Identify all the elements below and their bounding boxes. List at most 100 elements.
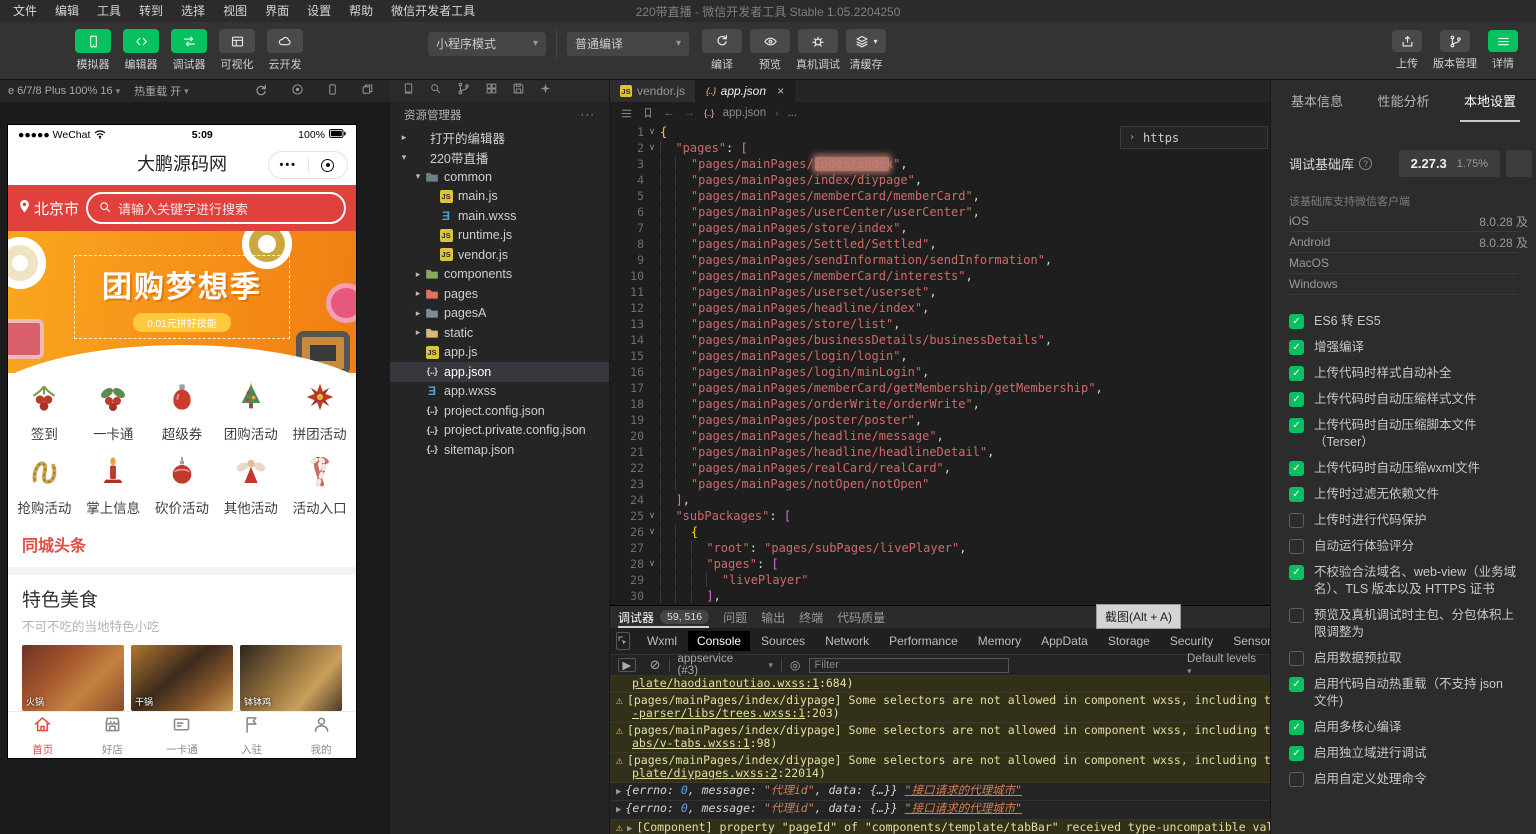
tree-item-vendor.js[interactable]: JSvendor.js xyxy=(390,245,609,265)
run-icon[interactable]: ▶ xyxy=(618,658,636,672)
context-select[interactable]: appservice (#3)▾ xyxy=(678,653,774,677)
promo-banner[interactable]: 团购梦想季 0.01元拼好技能 xyxy=(8,231,356,373)
checkbox-checked[interactable]: ✓ xyxy=(1289,677,1304,692)
devtools-tab-Storage[interactable]: Storage xyxy=(1099,631,1159,651)
capsule-button[interactable]: ••• xyxy=(268,151,348,179)
toolbar-action-预览[interactable]: 预览 xyxy=(747,29,793,72)
library-version-select[interactable]: 2.27.3 1.75% xyxy=(1399,150,1500,177)
city-headline-link[interactable]: 同城头条 xyxy=(8,521,356,567)
checkbox-checked[interactable]: ✓ xyxy=(1289,746,1304,761)
console-message[interactable]: ⚠▶[Component] property "pageId" of "comp… xyxy=(610,820,1270,834)
hot-reload-toggle[interactable]: 热重载 开 xyxy=(134,83,181,99)
mode-select[interactable]: 小程序模式▾ xyxy=(428,32,546,56)
save-icon[interactable] xyxy=(512,82,525,100)
details-tab-性能分析[interactable]: 性能分析 xyxy=(1377,91,1429,114)
breadcrumb-file[interactable]: app.json xyxy=(723,107,766,119)
setting-option[interactable]: ✓增强编译 xyxy=(1289,339,1518,356)
more-actions-icon[interactable]: ··· xyxy=(581,109,596,121)
toolbar-right-版本管理[interactable]: 版本管理 xyxy=(1432,30,1478,71)
details-tab-基本信息[interactable]: 基本信息 xyxy=(1291,91,1343,114)
setting-option[interactable]: ✓上传代码时样式自动补全 xyxy=(1289,365,1518,382)
grid-item-抢购活动[interactable]: 抢购活动 xyxy=(10,455,79,517)
expand-icon[interactable]: › xyxy=(1129,132,1135,143)
devtools-tab-Console[interactable]: Console xyxy=(688,631,750,651)
setting-option[interactable]: ✓上传代码时自动压缩wxml文件 xyxy=(1289,460,1518,477)
clear-console-icon[interactable]: ⊘ xyxy=(650,657,661,673)
tab-我的[interactable]: 我的 xyxy=(286,712,356,758)
checkbox-checked[interactable]: ✓ xyxy=(1289,366,1304,381)
nav-back-icon[interactable]: ← xyxy=(663,107,675,119)
console-messages[interactable]: plate/haodiantoutiao.wxss:1:684) ⚠[pages/… xyxy=(610,676,1270,834)
fold-icon[interactable]: ∨ xyxy=(644,127,660,137)
checkbox-unchecked[interactable] xyxy=(1289,651,1304,666)
setting-option[interactable]: ✓启用独立域进行调试 xyxy=(1289,745,1518,762)
food-image-钵钵鸡[interactable]: 钵钵鸡 xyxy=(240,645,342,711)
devtools-tab-Performance[interactable]: Performance xyxy=(880,631,967,651)
tree-item-runtime.js[interactable]: JSruntime.js xyxy=(390,226,609,246)
checkbox-unchecked[interactable] xyxy=(1289,608,1304,623)
search-input[interactable]: 请输入关键字进行搜索 xyxy=(86,192,346,224)
fold-icon[interactable]: ∨ xyxy=(644,143,660,153)
fold-icon[interactable]: ∨ xyxy=(644,559,660,569)
checkbox-checked[interactable]: ✓ xyxy=(1289,392,1304,407)
setting-option[interactable]: ✓启用代码自动热重载（不支持 json 文件) xyxy=(1289,676,1518,710)
sparkle-icon[interactable] xyxy=(539,82,552,100)
grid-item-砍价活动[interactable]: 砍价活动 xyxy=(148,455,217,517)
tree-item-打开的编辑器[interactable]: ▸打开的编辑器 xyxy=(390,128,609,148)
docs-icon[interactable] xyxy=(402,82,415,100)
tree-item-components[interactable]: ▸components xyxy=(390,265,609,285)
compile-select[interactable]: 普通编译▾ xyxy=(567,32,689,56)
grid-item-掌上信息[interactable]: 掌上信息 xyxy=(79,455,148,517)
grid-icon[interactable] xyxy=(485,82,498,100)
bookmark-icon[interactable] xyxy=(642,107,654,119)
checkbox-checked[interactable]: ✓ xyxy=(1289,487,1304,502)
console-message[interactable]: ⚠[pages/mainPages/index/diypage] Some se… xyxy=(610,753,1270,783)
branch-icon[interactable] xyxy=(456,81,471,101)
checkbox-checked[interactable]: ✓ xyxy=(1289,720,1304,735)
list-icon[interactable] xyxy=(620,107,633,120)
checkbox-checked[interactable]: ✓ xyxy=(1289,565,1304,580)
tree-item-app.js[interactable]: JSapp.js xyxy=(390,343,609,363)
tab-首页[interactable]: 首页 xyxy=(8,712,78,758)
checkbox-checked[interactable]: ✓ xyxy=(1289,418,1304,433)
checkbox-unchecked[interactable] xyxy=(1289,539,1304,554)
find-input-value[interactable]: https xyxy=(1143,131,1179,145)
console-message[interactable]: plate/haodiantoutiao.wxss:1:684) xyxy=(610,676,1270,693)
eye-icon[interactable]: ◎ xyxy=(790,658,800,672)
checkbox-checked[interactable]: ✓ xyxy=(1289,461,1304,476)
devtools-tab-Network[interactable]: Network xyxy=(816,631,878,651)
menu-item-选择[interactable]: 选择 xyxy=(172,0,214,22)
tree-item-app.wxss[interactable]: Ǝapp.wxss xyxy=(390,382,609,402)
exit-icon[interactable] xyxy=(309,159,348,172)
toolbar-button-模拟器[interactable]: 模拟器 xyxy=(70,29,116,72)
menu-item-编辑[interactable]: 编辑 xyxy=(46,0,88,22)
fold-icon[interactable]: ∨ xyxy=(644,511,660,521)
toolbar-action-清缓存[interactable]: ▾清缓存 xyxy=(843,29,889,72)
toolbar-button-调试器[interactable]: 调试器 xyxy=(166,29,212,72)
breadcrumb-more[interactable]: ... xyxy=(787,107,797,119)
setting-option[interactable]: ✓上传代码时自动压缩样式文件 xyxy=(1289,391,1518,408)
windows-icon[interactable] xyxy=(361,83,374,99)
tree-item-static[interactable]: ▸static xyxy=(390,323,609,343)
console-filter-input[interactable] xyxy=(809,658,1010,673)
tab-一卡通[interactable]: 一卡通 xyxy=(147,712,217,758)
devphone-icon[interactable] xyxy=(326,83,339,99)
debugger-tab-代码质量[interactable]: 代码质量 xyxy=(837,606,885,628)
console-message[interactable]: ⚠[pages/mainPages/index/diypage] Some se… xyxy=(610,723,1270,753)
tab-好店[interactable]: 好店 xyxy=(78,712,148,758)
menu-item-界面[interactable]: 界面 xyxy=(256,0,298,22)
food-image-火锅[interactable]: 火锅 xyxy=(22,645,124,711)
code-editor[interactable]: › https 1∨{2∨ "pages": [3 "pages/mainPag… xyxy=(610,124,1270,605)
search-icon[interactable] xyxy=(429,82,442,100)
record-icon[interactable] xyxy=(291,83,304,99)
tree-item-220带直播[interactable]: ▾220带直播 xyxy=(390,148,609,168)
console-message[interactable]: ▶{errno: 0, message: "代理id", data: {…}} … xyxy=(610,783,1270,802)
setting-option[interactable]: 预览及真机调试时主包、分包体积上限调整为 xyxy=(1289,607,1518,641)
details-tab-本地设置[interactable]: 本地设置 xyxy=(1464,91,1516,114)
inspect-element-icon[interactable] xyxy=(616,632,630,650)
grid-item-活动入口[interactable]: 活动入口 xyxy=(285,455,354,517)
setting-option[interactable]: ✓ES6 转 ES5 xyxy=(1289,313,1518,330)
help-icon[interactable]: ? xyxy=(1359,157,1372,170)
toolbar-right-上传[interactable]: 上传 xyxy=(1384,30,1430,71)
food-image-干锅[interactable]: 干锅 xyxy=(131,645,233,711)
